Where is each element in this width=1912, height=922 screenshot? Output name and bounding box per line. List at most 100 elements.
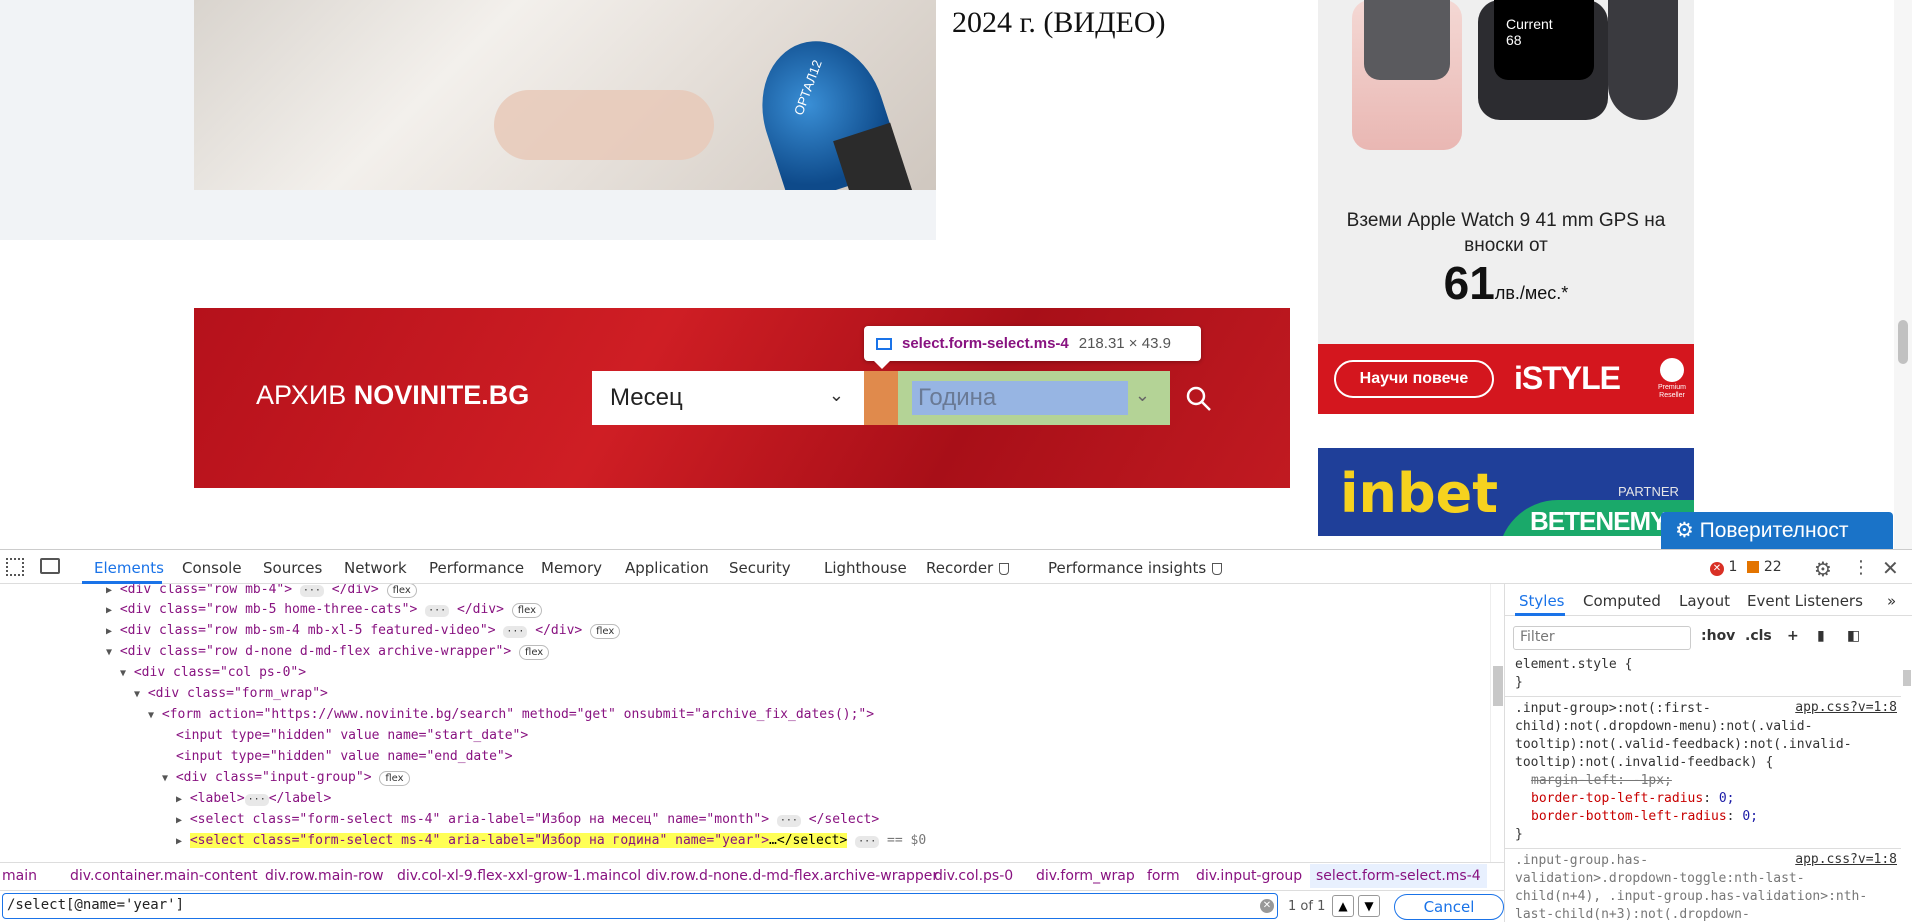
overridden-property[interactable]: margin-left: -1px; <box>1531 772 1672 790</box>
dom-tree[interactable]: ▶ <div class="row mb-4"> ··· </div> flex… <box>0 584 1490 862</box>
archive-title: АРХИВ NOVINITE.BG <box>256 380 529 411</box>
month-select[interactable]: Месец ⌄ <box>592 371 864 425</box>
grid-icon <box>876 338 892 351</box>
tab-security[interactable]: Security <box>729 559 791 577</box>
flex-badge[interactable]: flex <box>519 645 550 660</box>
tab-performance[interactable]: Performance <box>429 559 524 577</box>
search-match-count: 1 of 1 <box>1288 899 1326 914</box>
tab-network[interactable]: Network <box>344 559 407 577</box>
scrollbar-thumb[interactable] <box>1493 666 1503 706</box>
breadcrumb-item[interactable]: div.input-group <box>1196 868 1302 884</box>
inspect-element-icon[interactable] <box>6 558 24 576</box>
dom-node[interactable]: <input type="hidden" value name="start_d… <box>176 725 528 746</box>
tab-sources[interactable]: Sources <box>263 559 322 577</box>
article-headline[interactable]: 2024 г. (ВИДЕО) <box>952 6 1166 40</box>
inspect-tooltip: select.form-select.ms-4 218.31 × 43.9 <box>864 326 1201 369</box>
dom-node[interactable]: ▼ <div class="row d-none d-md-flex archi… <box>106 641 550 662</box>
tab-computed[interactable]: Computed <box>1583 592 1661 610</box>
tab-recorder-label: Recorder <box>926 559 994 577</box>
breadcrumb-item-selected[interactable]: select.form-select.ms-4 <box>1310 864 1487 888</box>
search-icon[interactable] <box>1184 384 1214 414</box>
more-tabs-icon[interactable]: » <box>1887 592 1896 610</box>
scrollbar-thumb[interactable] <box>1898 320 1908 364</box>
stylesheet-link[interactable]: app.css?v=1:8 <box>1795 852 1897 867</box>
dom-search-input[interactable]: /select[@name='year'] <box>2 893 1278 919</box>
flex-badge[interactable]: flex <box>590 624 621 639</box>
warning-icon <box>1747 561 1760 573</box>
dom-node-selected[interactable]: ▶ <select class="form-select ms-4" aria-… <box>176 830 926 851</box>
tab-performance-insights[interactable]: Performance insights <box>1048 559 1223 577</box>
tab-memory[interactable]: Memory <box>541 559 602 577</box>
dom-node-text: <select class="form-select ms-4" aria-la… <box>189 812 770 827</box>
close-icon[interactable]: ✕ <box>1882 556 1899 580</box>
dom-node-text: <select class="form-select ms-4" aria-la… <box>189 833 770 848</box>
dom-node[interactable]: ▼ <div class="col ps-0"> <box>120 662 306 683</box>
breadcrumb-item[interactable]: div.col-xl-9.flex-xxl-grow-1.maincol <box>397 868 641 884</box>
tab-layout[interactable]: Layout <box>1679 592 1730 610</box>
css-property[interactable]: border-bottom-left-radius: 0; <box>1531 808 1758 826</box>
cancel-search-button[interactable]: Cancel <box>1394 894 1504 920</box>
breadcrumb-item[interactable]: div.row.main-row <box>265 868 384 884</box>
breadcrumb-item[interactable]: main <box>2 868 37 884</box>
clear-search-icon[interactable]: ✕ <box>1260 899 1274 913</box>
flex-badge[interactable]: flex <box>379 771 410 786</box>
breadcrumb-item[interactable]: div.col.ps-0 <box>934 868 1013 884</box>
next-match-button[interactable]: ▼ <box>1358 895 1380 917</box>
paint-icon[interactable]: ▮ <box>1817 628 1825 644</box>
tooltip-dimensions: 218.31 × 43.9 <box>1078 335 1171 352</box>
more-options-icon[interactable]: ⋮ <box>1852 557 1870 578</box>
watch-face-text: Current 68 <box>1494 0 1594 80</box>
class-toggle[interactable]: .cls <box>1745 628 1772 644</box>
video-thumbnail[interactable]: ОРТАЛ12 <box>194 0 936 190</box>
apple-watch-ad[interactable]: Current 68 Вземи Apple Watch 9 41 mm GPS… <box>1318 0 1694 414</box>
tab-application[interactable]: Application <box>625 559 709 577</box>
dom-node[interactable]: ▼ <div class="input-group"> flex <box>162 767 410 788</box>
sidebar-toggle-icon[interactable]: ◧ <box>1847 628 1860 644</box>
breadcrumb-item[interactable]: form <box>1147 868 1180 884</box>
inbet-ad[interactable]: inbet PARTNER BETENEMY <box>1318 448 1694 536</box>
error-icon: ✕ <box>1710 562 1724 576</box>
dom-node-text: <label> <box>189 791 245 806</box>
margin-highlight <box>864 371 898 425</box>
breadcrumb-item[interactable]: div.row.d-none.d-md-flex.archive-wrapper <box>646 868 938 884</box>
apple-logo-icon <box>1660 358 1684 382</box>
styles-scrollbar[interactable] <box>1901 656 1912 922</box>
settings-gear-icon[interactable]: ⚙ <box>1814 557 1832 581</box>
element-style-selector[interactable]: element.style { <box>1515 656 1632 674</box>
dom-node[interactable]: ▶ <div class="row mb-sm-4 mb-xl-5 featur… <box>106 620 621 641</box>
tab-lighthouse[interactable]: Lighthouse <box>824 559 907 577</box>
dom-node[interactable]: ▼ <div class="form_wrap"> <box>134 683 328 704</box>
partner-label: PARTNER <box>1618 484 1679 499</box>
flex-badge[interactable]: flex <box>511 603 542 618</box>
dom-node[interactable]: <input type="hidden" value name="end_dat… <box>176 746 513 767</box>
active-tab-indicator <box>1515 613 1565 616</box>
privacy-button[interactable]: ⚙ Поверителност <box>1661 512 1893 549</box>
tab-event-listeners[interactable]: Event Listeners <box>1747 592 1863 610</box>
previous-match-button[interactable]: ▲ <box>1332 895 1354 917</box>
stylesheet-link[interactable]: app.css?v=1:8 <box>1795 700 1897 715</box>
year-select[interactable]: Година ⌄ <box>898 371 1170 425</box>
css-property[interactable]: border-top-left-radius: 0; <box>1531 790 1735 808</box>
breadcrumb-item[interactable]: div.form_wrap <box>1036 868 1135 884</box>
tab-elements[interactable]: Elements <box>94 559 164 577</box>
dom-node[interactable]: ▼ <form action="https://www.novinite.bg/… <box>148 704 874 725</box>
dom-node[interactable]: ▶ <div class="row mb-4"> ··· </div> flex <box>106 584 417 600</box>
dom-node[interactable]: ▶ <div class="row mb-5 home-three-cats">… <box>106 599 542 620</box>
breadcrumb-item[interactable]: div.container.main-content <box>70 868 258 884</box>
dom-node[interactable]: ▶ <label> ··· </label> <box>176 788 331 809</box>
scrollbar-thumb[interactable] <box>1903 670 1911 686</box>
learn-more-button[interactable]: Научи повече <box>1334 360 1494 398</box>
dom-scrollbar[interactable] <box>1490 584 1504 862</box>
tab-recorder[interactable]: Recorder <box>926 559 1010 577</box>
flex-badge[interactable]: flex <box>386 584 417 598</box>
issues-counter[interactable]: ✕ 1 22 <box>1710 559 1782 576</box>
closing-brace: } <box>1515 827 1523 842</box>
device-toolbar-icon[interactable] <box>40 558 60 574</box>
add-rule-icon[interactable]: + <box>1787 628 1799 644</box>
tab-styles[interactable]: Styles <box>1519 592 1565 610</box>
hover-state-toggle[interactable]: :hov <box>1701 628 1735 644</box>
page-scrollbar[interactable] <box>1894 0 1912 549</box>
tab-console[interactable]: Console <box>182 559 242 577</box>
dom-node[interactable]: ▶ <select class="form-select ms-4" aria-… <box>176 809 879 830</box>
styles-filter-input[interactable]: Filter <box>1513 626 1691 650</box>
